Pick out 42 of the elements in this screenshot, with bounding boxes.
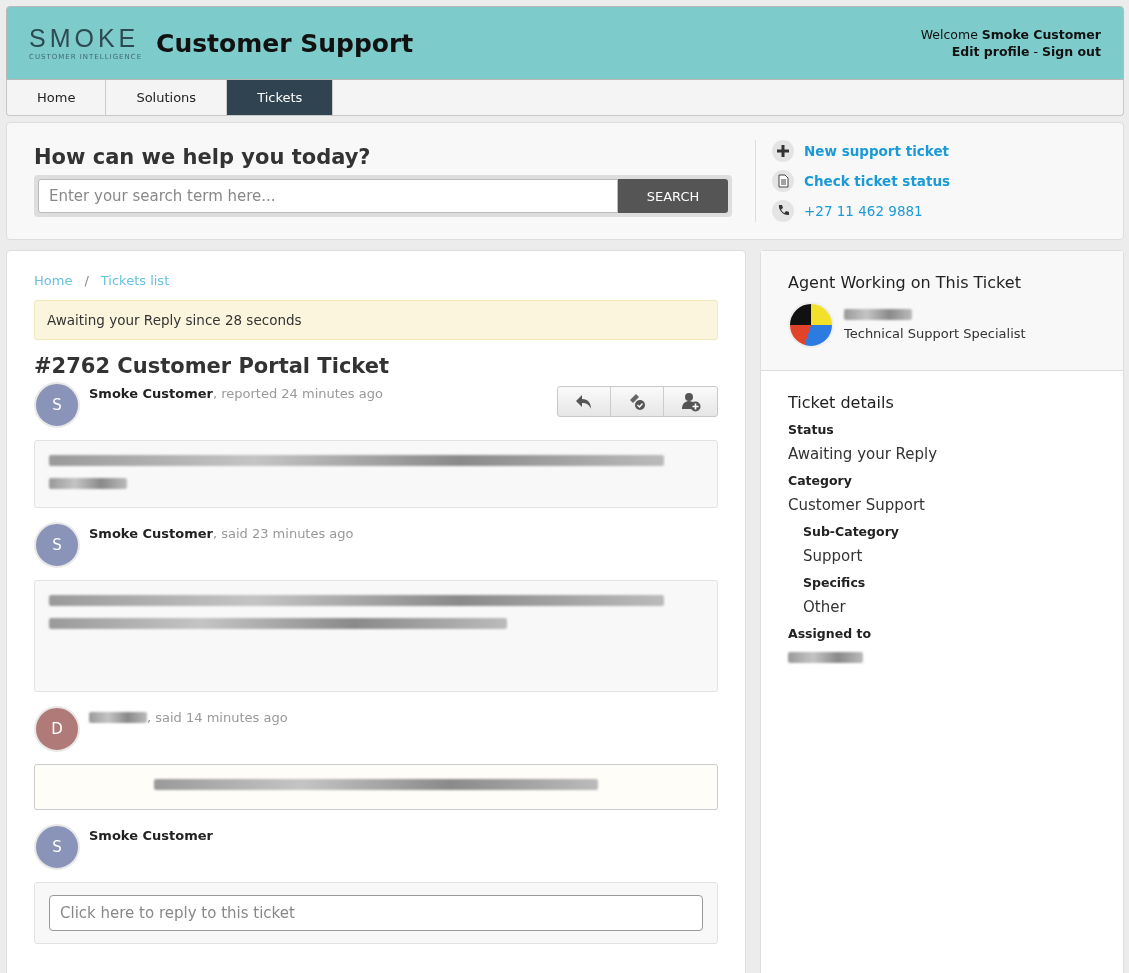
nav-tab[interactable]: Tickets	[227, 80, 334, 115]
status-notice: Awaiting your Reply since 28 seconds	[34, 300, 718, 340]
document-icon	[772, 170, 794, 192]
reply-field[interactable]: Click here to reply to this ticket	[49, 895, 703, 931]
detail-value: Support	[803, 547, 864, 565]
search-field[interactable]: Enter your search term here...	[38, 179, 618, 213]
link-separator: -	[1033, 44, 1039, 59]
detail-label: Assigned to	[788, 626, 873, 641]
author-name: Smoke Customer	[89, 828, 213, 843]
author-name: Smoke Customer	[89, 386, 213, 401]
avatar: S	[34, 824, 80, 870]
detail-value: Awaiting your Reply	[788, 445, 939, 463]
avatar: S	[34, 382, 80, 428]
agent-avatar	[788, 302, 834, 348]
plus-icon	[772, 140, 794, 162]
nav-tab[interactable]: Home	[7, 80, 107, 115]
panel-heading: Agent Working on This Ticket	[788, 273, 1022, 292]
help-heading: How can we help you today?	[34, 145, 372, 169]
detail-label: Sub-Category	[803, 524, 900, 539]
panel-heading: Ticket details	[788, 393, 895, 412]
author-name: Smoke Customer	[89, 526, 213, 541]
detail-label: Specifics	[803, 575, 867, 590]
search-button[interactable]: SEARCH	[618, 179, 728, 213]
header-link[interactable]: Edit profile	[951, 44, 1030, 59]
phone-icon	[772, 200, 794, 222]
message-meta: , said 23 minutes ago	[212, 526, 354, 541]
ticket-title: #2762 Customer Portal Ticket	[34, 354, 391, 378]
breadcrumb-separator: /	[84, 273, 89, 288]
agent-role: Technical Support Specialist	[844, 326, 1026, 341]
avatar: S	[34, 522, 80, 568]
welcome-text: Welcome Smoke Customer	[920, 26, 1101, 43]
detail-value: Customer Support	[788, 496, 926, 514]
site-title: Customer Support	[156, 28, 415, 58]
message-meta: , reported 24 minutes ago	[212, 386, 383, 401]
detail-label: Status	[788, 422, 835, 437]
message-meta: , said 14 minutes ago	[147, 710, 288, 725]
detail-value: Other	[803, 598, 847, 616]
detail-label: Category	[788, 473, 853, 488]
add-user-icon	[680, 391, 701, 412]
logo-wordmark: SMOKE	[29, 25, 140, 51]
header-link[interactable]: Sign out	[1042, 44, 1101, 59]
avatar: D	[34, 706, 80, 752]
